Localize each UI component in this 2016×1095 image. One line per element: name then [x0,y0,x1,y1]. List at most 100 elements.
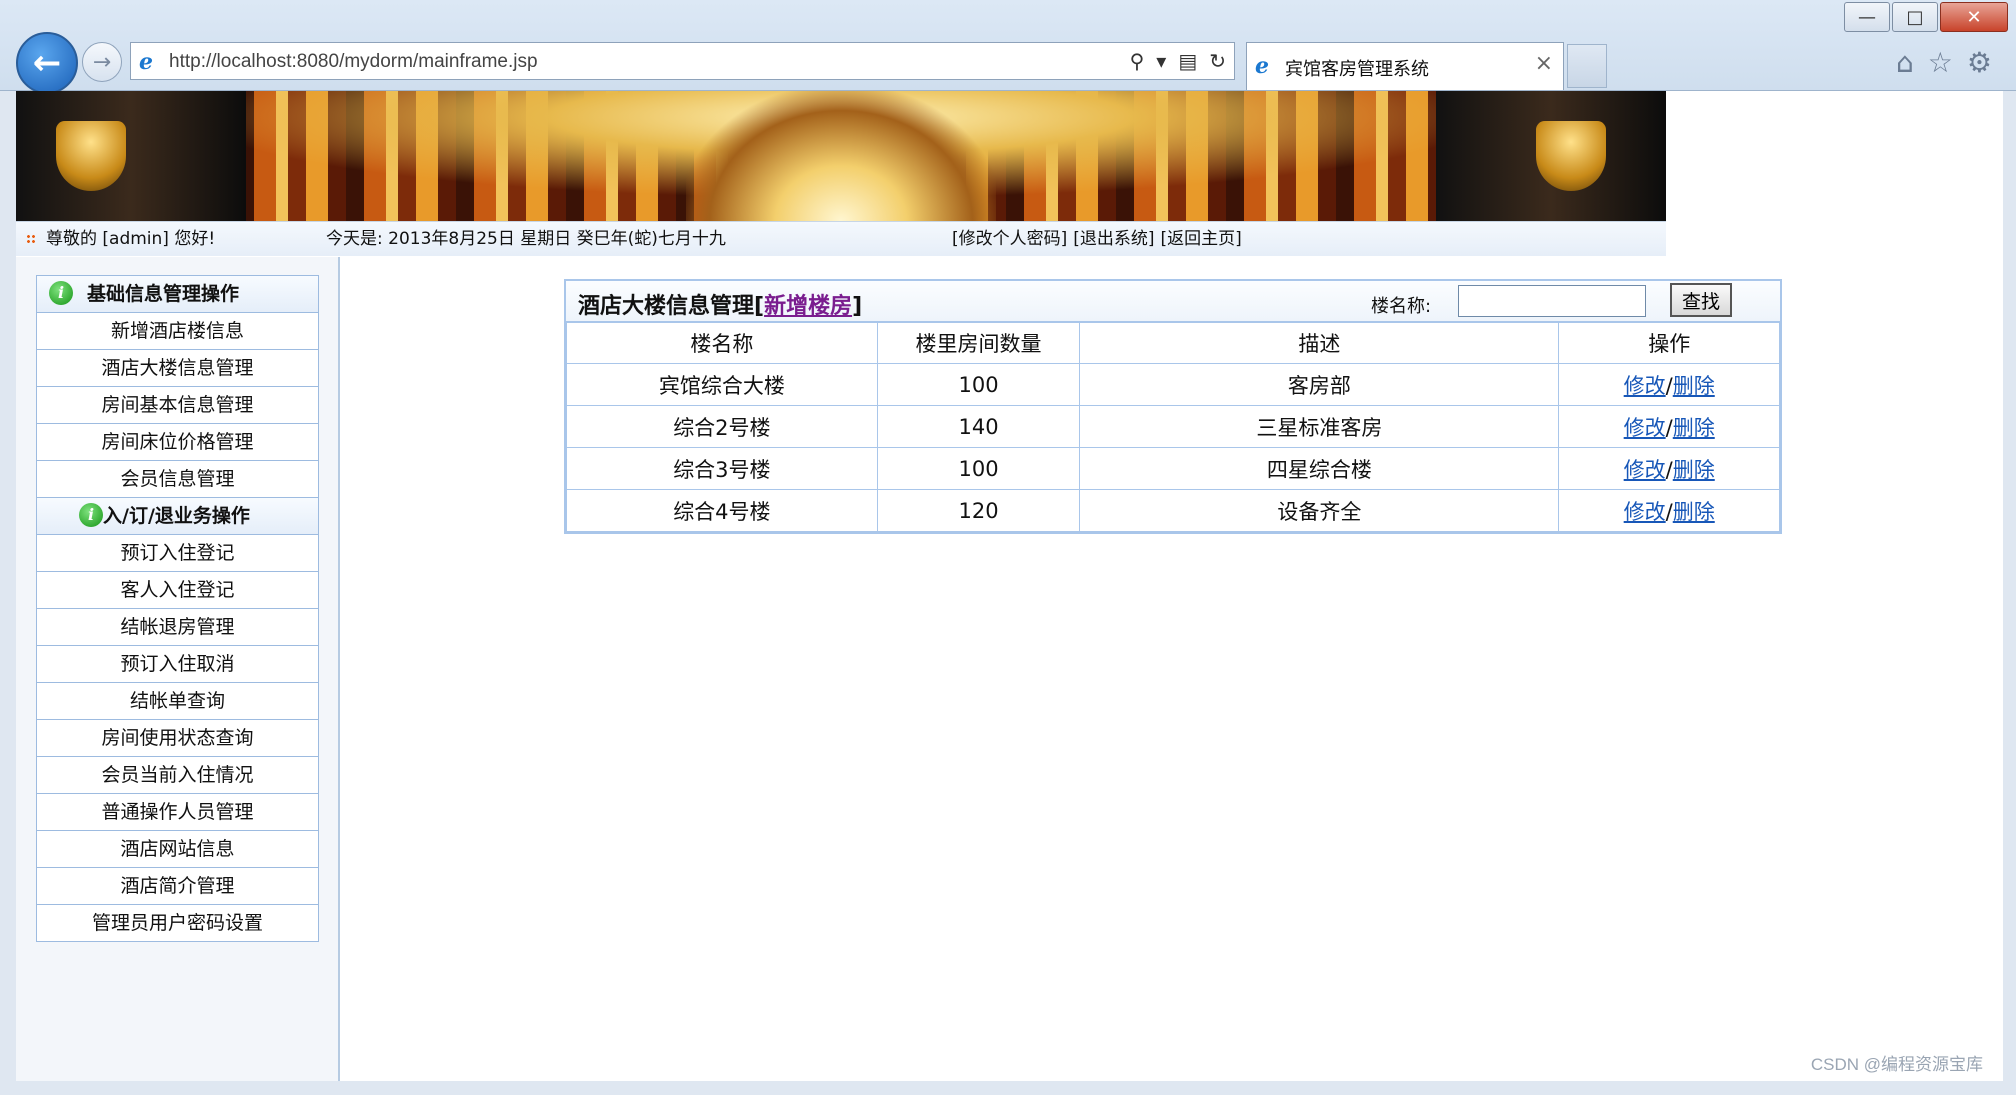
table-row: 综合3号楼 100 四星综合楼 修改/删除 [566,447,1780,490]
arrow-left-icon: ← [32,43,62,83]
delete-link[interactable]: 删除 [1673,374,1715,398]
sidebar-item-checkin[interactable]: 客人入住登记 [37,572,318,609]
edit-link[interactable]: 修改 [1624,500,1666,524]
ie-logo-icon: e [139,49,153,75]
cell-building-name: 综合3号楼 [566,447,878,490]
edit-link[interactable]: 修改 [1624,458,1666,482]
page-title: 酒店大楼信息管理[新增楼房] [578,288,862,320]
sidebar-item-checkout[interactable]: 结帐退房管理 [37,609,318,646]
sidebar-item-reservation[interactable]: 预订入住登记 [37,535,318,572]
building-name-search-input[interactable] [1458,285,1646,317]
sidebar-item-member-info[interactable]: 会员信息管理 [37,461,318,498]
action-separator: / [1665,457,1673,482]
account-links: [修改个人密码] [退出系统] [返回主页] [952,222,1242,256]
section-title-business: 入/订/退业务操作 [103,505,250,527]
section-header-business: i 入/订/退业务操作 [37,498,318,535]
cell-building-name: 宾馆综合大楼 [566,363,878,406]
sidebar-item-room-info[interactable]: 房间基本信息管理 [37,387,318,424]
favorites-star-icon[interactable]: ☆ [1928,46,1953,79]
search-label: 楼名称: [1371,296,1432,317]
table-row: 宾馆综合大楼 100 客房部 修改/删除 [566,363,1780,406]
delete-link[interactable]: 删除 [1673,416,1715,440]
dropdown-icon[interactable]: ▾ [1156,49,1166,73]
address-bar[interactable]: e http://localhost:8080/mydorm/mainframe… [130,42,1235,80]
gear-icon[interactable]: ⚙ [1967,46,1992,79]
arrow-right-icon: → [92,49,112,75]
tab-close-icon[interactable]: × [1535,51,1553,76]
title-text: 酒店大楼信息管理[ [578,294,765,319]
sidebar-item-member-stay[interactable]: 会员当前入住情况 [37,757,318,794]
sidebar-item-hotel-intro[interactable]: 酒店简介管理 [37,868,318,905]
browser-tools: ⌂ ☆ ⚙ [1896,46,1992,79]
building-management-panel: 酒店大楼信息管理[新增楼房] 楼名称: 查找 楼名称 楼里房间数量 描述 操作 … [564,279,1782,534]
column-header-name: 楼名称 [566,322,878,364]
close-window-button[interactable]: ✕ [1940,2,2008,32]
cell-room-count: 100 [876,363,1081,406]
hotel-banner-image [16,91,1666,221]
minimize-button[interactable]: — [1844,2,1890,32]
address-bar-tools: ⚲ ▾ ▤ ↻ [1130,49,1226,73]
greeting-text: 尊敬的 [admin] 您好! [46,229,216,249]
tab-title: 宾馆客房管理系统 [1285,59,1429,80]
cell-room-count: 120 [876,489,1081,532]
sidebar-item-add-building[interactable]: 新增酒店楼信息 [37,313,318,350]
compatibility-icon[interactable]: ▤ [1178,49,1197,73]
welcome-bar: 尊敬的 [admin] 您好! 今天是: 2013年8月25日 星期日 癸巳年(… [16,221,1666,256]
home-link[interactable]: [返回主页] [1161,222,1242,256]
logout-link[interactable]: [退出系统] [1073,222,1154,256]
cell-building-name: 综合2号楼 [566,405,878,448]
column-header-count: 楼里房间数量 [876,322,1081,364]
change-password-link[interactable]: [修改个人密码] [952,222,1067,256]
edit-link[interactable]: 修改 [1624,416,1666,440]
sidebar-item-bill-query[interactable]: 结帐单查询 [37,683,318,720]
action-separator: / [1665,373,1673,398]
cell-description: 设备齐全 [1079,489,1560,532]
delete-link[interactable]: 删除 [1673,458,1715,482]
sidebar-item-room-status[interactable]: 房间使用状态查询 [37,720,318,757]
add-building-link[interactable]: 新增楼房 [764,294,852,319]
browser-chrome: — □ ✕ ← → e http://localhost:8080/mydorm… [0,0,2016,94]
back-button[interactable]: ← [16,32,78,94]
cell-actions: 修改/删除 [1558,405,1780,448]
sidebar-item-building-management[interactable]: 酒店大楼信息管理 [37,350,318,387]
sidebar-item-operator-management[interactable]: 普通操作人员管理 [37,794,318,831]
column-header-desc: 描述 [1079,322,1560,364]
sidebar-item-admin-password[interactable]: 管理员用户密码设置 [37,905,318,941]
search-button[interactable]: 查找 [1670,283,1732,317]
refresh-icon[interactable]: ↻ [1209,49,1226,73]
panel-header: 酒店大楼信息管理[新增楼房] 楼名称: 查找 [566,281,1780,322]
search-icon[interactable]: ⚲ [1130,49,1145,73]
action-separator: / [1665,499,1673,524]
ie-tab-icon: e [1255,53,1269,79]
cell-actions: 修改/删除 [1558,363,1780,406]
cell-room-count: 100 [876,447,1081,490]
new-tab-button[interactable] [1567,44,1607,88]
sidebar: i 基础信息管理操作 新增酒店楼信息 酒店大楼信息管理 房间基本信息管理 房间床… [16,257,340,1081]
maximize-button[interactable]: □ [1892,2,1938,32]
cell-building-name: 综合4号楼 [566,489,878,532]
cell-description: 客房部 [1079,363,1560,406]
section-title-basic: 基础信息管理操作 [87,283,240,305]
cell-actions: 修改/删除 [1558,447,1780,490]
cell-actions: 修改/删除 [1558,489,1780,532]
table-row: 综合4号楼 120 设备齐全 修改/删除 [566,489,1780,532]
edit-link[interactable]: 修改 [1624,374,1666,398]
section-header-basic: i 基础信息管理操作 [37,276,318,313]
table-header-row: 楼名称 楼里房间数量 描述 操作 [566,322,1780,364]
home-icon[interactable]: ⌂ [1896,46,1914,79]
sidebar-item-website-info[interactable]: 酒店网站信息 [37,831,318,868]
url-text[interactable]: http://localhost:8080/mydorm/mainframe.j… [169,51,538,73]
action-separator: / [1665,415,1673,440]
sidebar-item-bed-price[interactable]: 房间床位价格管理 [37,424,318,461]
window-controls: — □ ✕ [1842,2,2008,32]
info-icon: i [79,503,103,527]
browser-tab[interactable]: e 宾馆客房管理系统 × [1246,42,1564,90]
bullet-icon [26,234,36,244]
info-icon: i [49,281,73,305]
delete-link[interactable]: 删除 [1673,500,1715,524]
forward-button[interactable]: → [82,42,122,82]
cell-room-count: 140 [876,405,1081,448]
sidebar-menu: i 基础信息管理操作 新增酒店楼信息 酒店大楼信息管理 房间基本信息管理 房间床… [36,275,319,942]
column-header-action: 操作 [1558,322,1780,364]
sidebar-item-cancel-reservation[interactable]: 预订入住取消 [37,646,318,683]
